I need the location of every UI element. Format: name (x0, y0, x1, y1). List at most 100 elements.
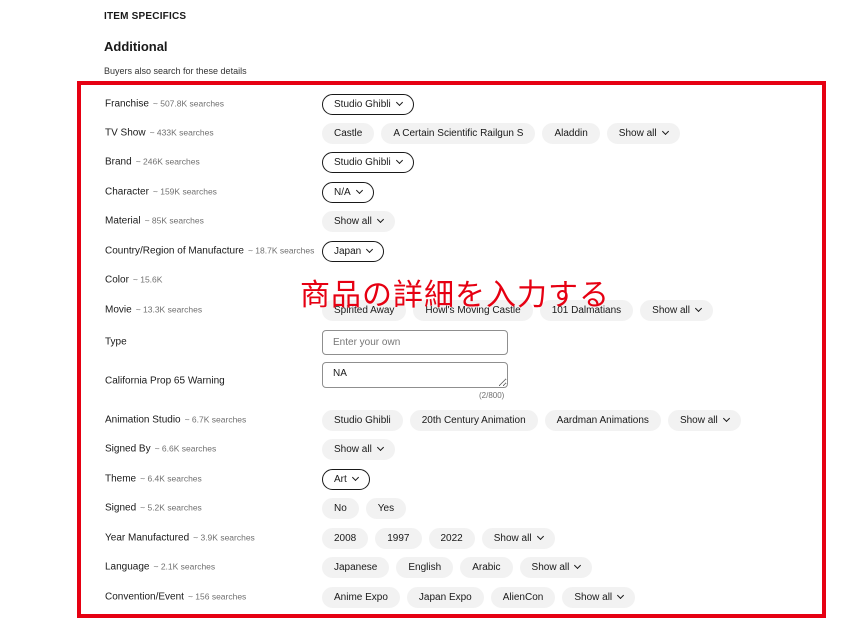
spec-label: Theme ~ 6.4K searches (105, 474, 202, 485)
spec-label: Signed ~ 5.2K searches (105, 503, 202, 514)
spec-label: Language ~ 2.1K searches (105, 562, 215, 573)
chip-label: Japan Expo (418, 591, 472, 603)
suggestion-chip[interactable]: Arabic (460, 556, 513, 578)
spec-label-text: Year Manufactured (105, 532, 190, 544)
spec-row-brand: Brand ~ 246K searches Studio Ghibli (105, 151, 745, 173)
chip-label: Studio Ghibli (334, 156, 391, 168)
spec-options: N/A (322, 181, 374, 203)
chip-label: 1997 (387, 532, 410, 544)
spec-label: Signed By ~ 6.6K searches (105, 444, 216, 455)
section-label: ITEM SPECIFICS (104, 11, 187, 22)
suggestion-chip[interactable]: Japan Expo (406, 586, 484, 608)
show-all-button[interactable]: Show all (640, 299, 713, 321)
show-all-button[interactable]: Show all (519, 556, 593, 578)
suggestion-chip[interactable]: Studio Ghibli (322, 409, 403, 431)
show-all-button[interactable]: Show all (322, 438, 395, 460)
spec-label: Year Manufactured ~ 3.9K searches (105, 533, 255, 544)
suggestion-chip[interactable]: Anime Expo (322, 586, 400, 608)
spec-label-text: California Prop 65 Warning (105, 375, 225, 387)
spec-label-text: Franchise (105, 98, 149, 110)
show-all-button[interactable]: Show all (562, 586, 636, 608)
spec-options: Anime Expo Japan Expo AlienCon Show all (322, 586, 636, 608)
spec-options: Studio Ghibli (322, 93, 414, 115)
spec-row-franchise: Franchise ~ 507.8K searches Studio Ghibli (105, 93, 745, 115)
show-all-button[interactable]: Show all (481, 527, 555, 549)
spec-options: Show all (322, 210, 395, 232)
character-counter: (2/800) (479, 391, 505, 400)
suggestion-chip[interactable]: English (396, 556, 454, 578)
spec-row-type: Type (105, 330, 745, 355)
chip-label: Yes (377, 502, 395, 514)
show-all-button[interactable]: Show all (322, 210, 395, 232)
search-count: ~ 6.6K searches (154, 443, 217, 454)
spec-options: Show all (322, 438, 395, 460)
search-count: ~ 159K searches (152, 186, 217, 197)
type-input[interactable] (322, 330, 508, 355)
selected-value-dropdown[interactable]: Studio Ghibli (322, 151, 414, 173)
spec-row-country-region-of-manufacture: Country/Region of Manufacture ~ 18.7K sea… (105, 240, 745, 262)
spec-options: 2008 1997 2022 Show all (322, 527, 555, 549)
spec-options: Japanese English Arabic Show all (322, 556, 593, 578)
spec-label: Country/Region of Manufacture ~ 18.7K sea… (105, 246, 314, 257)
spec-label-text: Movie (105, 304, 132, 316)
search-count: ~ 156 searches (187, 591, 247, 602)
chip-label: Show all (652, 304, 690, 316)
selected-value-dropdown[interactable]: Japan (322, 240, 385, 262)
selected-value-dropdown[interactable]: N/A (322, 181, 374, 203)
suggestion-chip[interactable]: Castle (322, 122, 375, 144)
chip-label: Art (334, 473, 347, 485)
spec-label: Material ~ 85K searches (105, 216, 204, 227)
chevron-down-icon (661, 127, 669, 136)
spec-options: No Yes (322, 497, 407, 519)
spec-label-text: Character (105, 186, 149, 198)
spec-label-text: TV Show (105, 127, 146, 139)
chevron-down-icon (574, 561, 582, 570)
spec-label-text: Color (105, 274, 129, 286)
search-count: ~ 85K searches (144, 215, 204, 226)
chip-label: Castle (334, 127, 363, 139)
suggestion-chip[interactable]: Aladdin (542, 122, 600, 144)
show-all-button[interactable]: Show all (667, 409, 741, 431)
selected-value-dropdown[interactable]: Art (322, 468, 370, 490)
chevron-down-icon (722, 414, 730, 423)
spec-label-text: Animation Studio (105, 414, 181, 426)
chip-label: No (334, 502, 347, 514)
chip-label: Japanese (334, 561, 378, 573)
suggestion-chip[interactable]: 20th Century Animation (409, 409, 538, 431)
suggestion-chip[interactable]: 1997 (375, 527, 422, 549)
spec-label: Animation Studio ~ 6.7K searches (105, 415, 246, 426)
chevron-down-icon (376, 215, 384, 224)
chip-label: Show all (618, 127, 657, 139)
suggestion-chip[interactable]: 2008 (322, 527, 369, 549)
selected-value-dropdown[interactable]: Studio Ghibli (322, 93, 414, 115)
search-count: ~ 433K searches (149, 127, 214, 138)
show-all-button[interactable]: Show all (606, 122, 680, 144)
spec-label-text: Country/Region of Manufacture (105, 245, 244, 257)
spec-row-tv-show: TV Show ~ 433K searches Castle A Certain Sc… (105, 122, 745, 144)
section-subtitle: Buyers also search for these details (104, 66, 247, 76)
chip-label: N/A (334, 186, 351, 198)
prop65-warning-textarea[interactable]: NA (322, 362, 508, 388)
suggestion-chip[interactable]: Aardman Animations (544, 409, 661, 431)
suggestion-chip[interactable]: AlienCon (490, 586, 556, 608)
chip-label: 2008 (334, 532, 357, 544)
spec-options: Art (322, 468, 370, 490)
suggestion-chip[interactable]: Yes (365, 497, 407, 519)
chip-label: Show all (334, 215, 372, 227)
spec-row-animation-studio: Animation Studio ~ 6.7K searches Studio Gh… (105, 409, 745, 431)
overlay-caption: 商品の詳細を入力する (300, 278, 610, 313)
suggestion-chip[interactable]: Japanese (322, 556, 390, 578)
suggestion-chip[interactable]: No (322, 497, 359, 519)
chevron-down-icon (536, 532, 544, 541)
suggestion-chip[interactable]: 2022 (428, 527, 475, 549)
spec-options: Japan (322, 240, 385, 262)
suggestion-chip[interactable]: A Certain Scientific Railgun S (381, 122, 536, 144)
search-count: ~ 13.3K searches (135, 304, 203, 315)
search-count: ~ 6.7K searches (184, 414, 247, 425)
chip-label: Show all (334, 443, 372, 455)
spec-row-california-prop-65-warning: California Prop 65 Warning NA (2/800) (105, 362, 745, 400)
spec-label: Franchise ~ 507.8K searches (105, 99, 224, 110)
spec-label-text: Convention/Event (105, 591, 184, 603)
chip-label: Arabic (472, 561, 501, 573)
chevron-down-icon (617, 591, 625, 600)
